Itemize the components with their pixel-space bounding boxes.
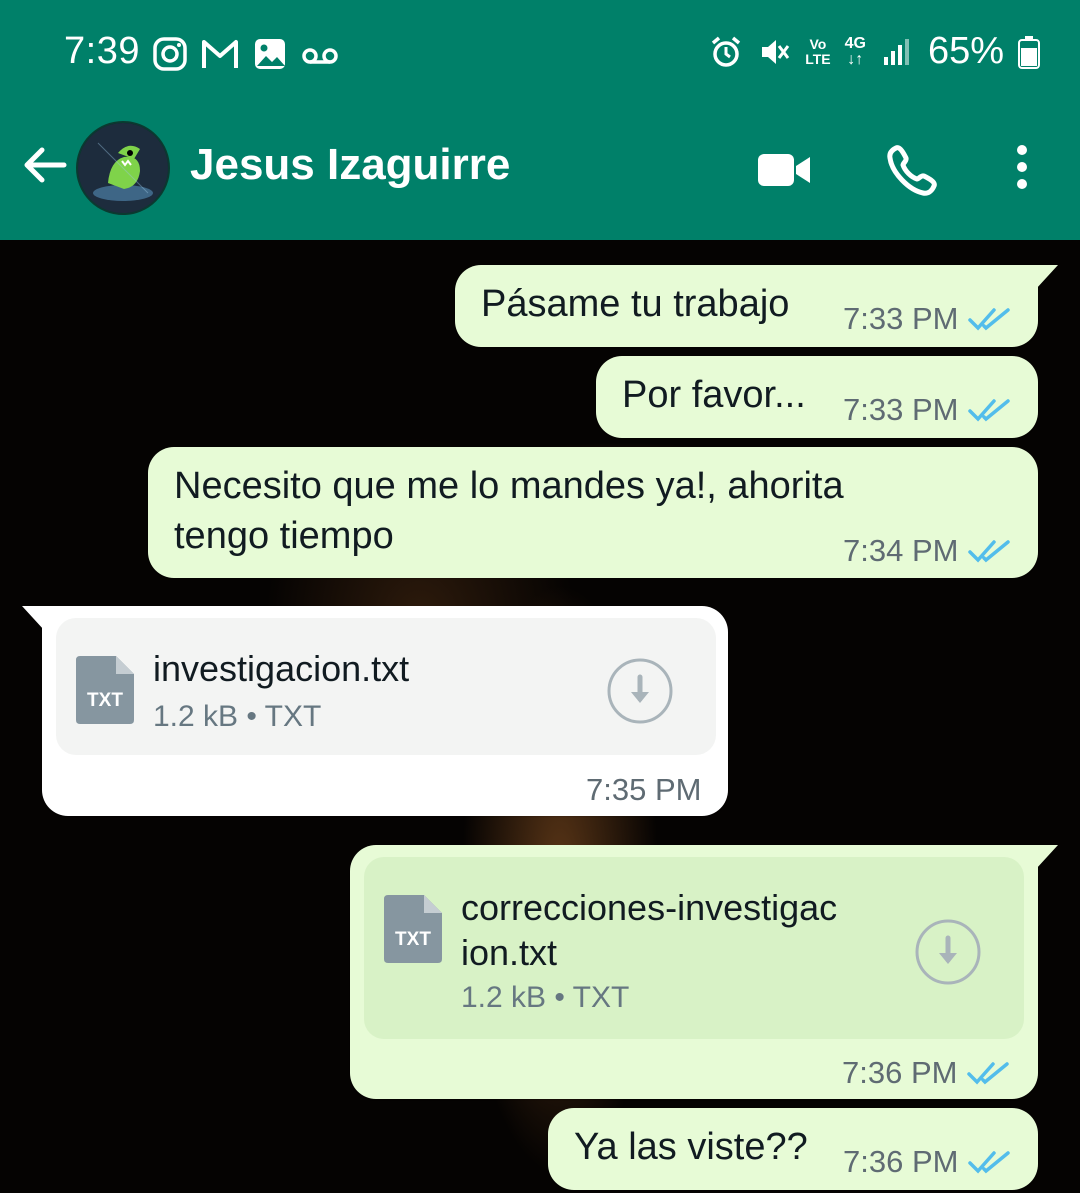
file-name-line1: correcciones-investigac [461,887,838,928]
network-type: 4G ↓↑ [844,34,866,68]
gmail-icon [202,40,238,68]
file-badge: TXT [395,929,431,950]
read-receipt-icon [968,308,1011,331]
txt-file-icon: TXT [384,895,442,963]
alarm-icon [712,36,741,67]
more-options-icon[interactable] [994,142,1050,198]
download-icon[interactable] [607,658,673,724]
battery-icon [1018,35,1040,69]
message-time: 7:35 PM [586,772,702,807]
bubble-tail [22,606,44,630]
battery-percent: 65% [927,30,1004,72]
message-meta: 7:34 PM [843,533,1011,569]
message-text-line1: Necesito que me lo mandes ya!, ahorita [174,465,844,507]
system-status: Vo LTE 4G ↓↑ 65% [709,30,1040,73]
message-time: 7:33 PM [843,301,959,336]
file-name: investigacion.txt [153,648,410,689]
app-bar: 7:39 Vo LTE 4G ↓↑ 65% Jesus Izaguirre [0,0,1080,240]
message-bubble-outgoing[interactable]: Por favor... 7:33 PM [596,356,1038,438]
message-text: Por favor... [622,374,806,416]
file-meta: 1.2 kB • TXT [153,700,322,733]
download-icon[interactable] [915,919,981,985]
message-bubble-outgoing[interactable]: Pásame tu trabajo 7:33 PM [455,265,1058,347]
voicemail-icon [302,48,338,64]
volte-bottom: LTE [805,50,831,67]
notification-icons [152,36,340,72]
read-receipt-icon [968,399,1011,422]
avatar-image [78,123,168,213]
read-receipt-icon [968,540,1011,563]
mute-icon [762,39,790,64]
instagram-icon [153,37,187,71]
message-meta: 7:33 PM [843,301,1011,337]
contact-name[interactable]: Jesus Izaguirre [190,140,510,190]
message-meta: 7:35 PM [586,772,701,808]
file-meta: 1.2 kB • TXT [461,981,630,1014]
message-text: Ya las viste?? [574,1126,808,1168]
read-receipt-icon [967,1062,1010,1085]
message-meta: 7:36 PM [843,1144,1011,1180]
message-meta: 7:33 PM [843,392,1011,428]
file-badge: TXT [87,690,123,711]
network-type-label: 4G [844,34,866,52]
voice-call-icon[interactable] [884,142,940,198]
message-meta: 7:36 PM [842,1055,1010,1091]
status-time: 7:39 [64,30,140,72]
message-text-line2: tengo tiempo [174,515,394,557]
bubble-tail [1036,265,1058,289]
read-receipt-icon [968,1151,1011,1174]
volte-indicator: Vo LTE [805,35,831,67]
message-bubble-outgoing[interactable]: Ya las viste?? 7:36 PM [548,1108,1038,1190]
txt-file-icon: TXT [76,656,134,724]
video-call-icon[interactable] [756,142,812,198]
bubble-tail [1036,845,1058,869]
back-arrow-icon[interactable] [20,140,70,190]
volte-top: Vo [809,35,827,52]
file-name-line2: ion.txt [461,932,558,973]
file-attachment[interactable]: TXT correcciones-investigac ion.txt 1.2 … [364,857,1024,1039]
message-bubble-incoming[interactable]: TXT investigacion.txt 1.2 kB • TXT 7:35 … [22,606,728,816]
message-time: 7:34 PM [843,533,959,568]
message-bubble-outgoing[interactable]: TXT correcciones-investigac ion.txt 1.2 … [350,845,1058,1099]
contact-avatar[interactable] [76,121,170,215]
message-time: 7:36 PM [843,1144,959,1179]
message-text: Pásame tu trabajo [481,283,790,325]
file-attachment[interactable]: TXT investigacion.txt 1.2 kB • TXT [56,618,716,755]
signal-icon [883,38,909,65]
message-time: 7:33 PM [843,392,959,427]
gallery-icon [255,39,285,69]
message-time: 7:36 PM [842,1055,958,1090]
data-arrows-icon: ↓↑ [847,50,864,68]
message-bubble-outgoing[interactable]: Necesito que me lo mandes ya!, ahorita t… [148,447,1038,578]
